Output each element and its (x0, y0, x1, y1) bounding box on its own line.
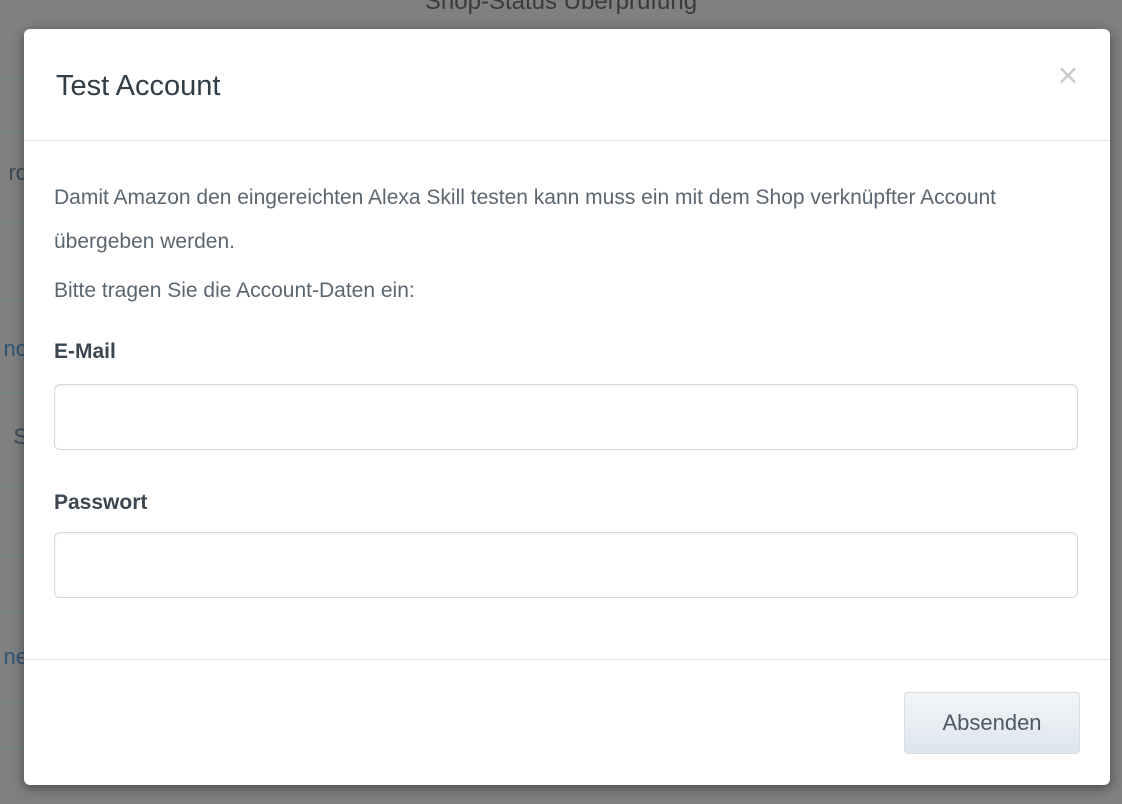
background-page-title: Shop-Status Überprüfung (424, 0, 698, 15)
email-field[interactable] (54, 384, 1078, 450)
close-button[interactable]: × (1054, 61, 1082, 89)
modal-body: Damit Amazon den eingereichten Alexa Ski… (24, 141, 1110, 659)
test-account-modal: Test Account × Damit Amazon den eingerei… (24, 29, 1110, 785)
password-field[interactable] (54, 532, 1078, 598)
modal-title: Test Account (56, 70, 221, 102)
email-label: E-Mail (54, 340, 116, 363)
prompt-text: Bitte tragen Sie die Account-Daten ein: (54, 279, 415, 302)
intro-text: Damit Amazon den eingereichten Alexa Ski… (54, 186, 997, 253)
close-icon: × (1056, 58, 1080, 91)
password-label: Passwort (54, 491, 148, 514)
modal-footer: Absenden (24, 659, 1110, 785)
submit-button[interactable]: Absenden (904, 692, 1080, 754)
modal-header: Test Account × (24, 29, 1110, 141)
